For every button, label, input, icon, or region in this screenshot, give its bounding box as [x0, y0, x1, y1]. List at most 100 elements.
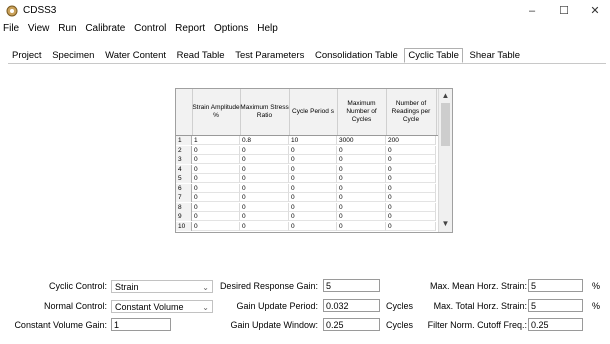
table-cell[interactable]: 0 — [289, 174, 337, 183]
table-row: 300000 — [176, 155, 438, 164]
table-cell[interactable]: 0 — [240, 174, 289, 183]
table-cell[interactable]: 0 — [240, 202, 289, 212]
table-cell[interactable]: 200 — [386, 136, 436, 145]
col-header-cycle-period[interactable]: Cycle Period s — [289, 89, 338, 135]
table-cell[interactable]: 0 — [337, 164, 386, 174]
max-mean-horz-strain-input[interactable]: 5 — [528, 279, 583, 292]
table-cell[interactable]: 0 — [240, 155, 289, 164]
normal-control-select[interactable]: Constant Volume ⌄ — [111, 300, 213, 313]
gain-update-period-input[interactable]: 0.032 — [323, 299, 380, 312]
table-cell[interactable]: 0 — [289, 221, 337, 231]
table-cell[interactable]: 0 — [289, 183, 337, 193]
table-cell[interactable]: 0 — [240, 164, 289, 174]
gain-update-period-label: Gain Update Period: — [236, 301, 318, 311]
table-cell[interactable]: 0 — [192, 193, 240, 202]
table-cell[interactable]: 0 — [240, 193, 289, 202]
table-cell[interactable]: 0 — [192, 202, 240, 212]
table-cell[interactable]: 0 — [192, 221, 240, 231]
row-number[interactable]: 2 — [176, 145, 192, 155]
col-header-readings-per-cycle[interactable]: Number of Readings per Cycle — [386, 89, 437, 135]
col-header-strain-amplitude[interactable]: Strain Amplitude % — [192, 89, 241, 135]
scroll-down-icon[interactable]: ▼ — [439, 218, 452, 230]
tab-water-content[interactable]: Water Content — [101, 48, 170, 63]
table-cell[interactable]: 0 — [192, 155, 240, 164]
menu-report[interactable]: Report — [175, 23, 205, 34]
menu-options[interactable]: Options — [214, 23, 248, 34]
row-number[interactable]: 9 — [176, 212, 192, 221]
max-total-horz-strain-input[interactable]: 5 — [528, 299, 583, 312]
gain-update-window-input[interactable]: 0.25 — [323, 318, 380, 331]
table-cell[interactable]: 0 — [289, 164, 337, 174]
table-cell[interactable]: 0 — [386, 221, 436, 231]
tab-cyclic-table[interactable]: Cyclic Table — [404, 48, 463, 63]
table-cell[interactable]: 0 — [289, 193, 337, 202]
menu-view[interactable]: View — [28, 23, 50, 34]
table-cell[interactable]: 0 — [192, 145, 240, 155]
desired-response-gain-input[interactable]: 5 — [323, 279, 380, 292]
menu-calibrate[interactable]: Calibrate — [85, 23, 125, 34]
table-cell[interactable]: 0 — [386, 183, 436, 193]
cyclic-control-select[interactable]: Strain ⌄ — [111, 280, 213, 293]
table-cell[interactable]: 0 — [240, 221, 289, 231]
table-cell[interactable]: 3000 — [337, 136, 386, 145]
table-cell[interactable]: 0 — [192, 183, 240, 193]
row-number[interactable]: 4 — [176, 164, 192, 174]
row-number[interactable]: 5 — [176, 174, 192, 183]
table-cell[interactable]: 0 — [337, 221, 386, 231]
row-number[interactable]: 3 — [176, 155, 192, 164]
tab-shear-table[interactable]: Shear Table — [466, 48, 525, 63]
table-cell[interactable]: 0 — [386, 212, 436, 221]
table-cell[interactable]: 0 — [289, 145, 337, 155]
constant-volume-gain-input[interactable]: 1 — [111, 318, 171, 331]
table-cell[interactable]: 0 — [337, 174, 386, 183]
table-cell[interactable]: 0 — [240, 212, 289, 221]
menu-control[interactable]: Control — [134, 23, 166, 34]
scroll-up-icon[interactable]: ▲ — [439, 90, 452, 102]
table-cell[interactable]: 0 — [386, 164, 436, 174]
table-cell[interactable]: 10 — [289, 136, 337, 145]
table-cell[interactable]: 0 — [386, 193, 436, 202]
tab-project[interactable]: Project — [8, 48, 46, 63]
table-cell[interactable]: 0 — [289, 202, 337, 212]
table-cell[interactable]: 0 — [386, 202, 436, 212]
table-cell[interactable]: 0 — [386, 155, 436, 164]
tab-test-parameters[interactable]: Test Parameters — [231, 48, 308, 63]
table-cell[interactable]: 0 — [337, 193, 386, 202]
table-cell[interactable]: 0 — [289, 212, 337, 221]
table-cell[interactable]: 0 — [337, 202, 386, 212]
menu-run[interactable]: Run — [58, 23, 76, 34]
table-cell[interactable]: 0 — [337, 183, 386, 193]
table-cell[interactable]: 0 — [192, 164, 240, 174]
table-cell[interactable]: 0.8 — [240, 136, 289, 145]
table-cell[interactable]: 0 — [240, 183, 289, 193]
table-cell[interactable]: 0 — [337, 212, 386, 221]
table-cell[interactable]: 1 — [192, 136, 240, 145]
tab-read-table[interactable]: Read Table — [173, 48, 229, 63]
row-number[interactable]: 10 — [176, 221, 192, 231]
cyclic-control-label: Cyclic Control: — [48, 281, 107, 291]
tab-consolidation-table[interactable]: Consolidation Table — [311, 48, 402, 63]
col-header-max-stress-ratio[interactable]: Maximum Stress Ratio — [240, 89, 290, 135]
menu-help[interactable]: Help — [257, 23, 278, 34]
minimize-button[interactable]: – — [519, 3, 545, 19]
tab-specimen[interactable]: Specimen — [48, 48, 98, 63]
menu-file[interactable]: File — [3, 23, 19, 34]
maximize-button[interactable]: ☐ — [551, 3, 577, 19]
col-header-max-cycles[interactable]: Maximum Number of Cycles — [337, 89, 387, 135]
row-number[interactable]: 8 — [176, 202, 192, 212]
table-cell[interactable]: 0 — [192, 212, 240, 221]
table-cell[interactable]: 0 — [386, 145, 436, 155]
table-cell[interactable]: 0 — [192, 174, 240, 183]
row-number[interactable]: 6 — [176, 183, 192, 193]
scroll-thumb[interactable] — [441, 103, 450, 146]
table-cell[interactable]: 0 — [337, 155, 386, 164]
table-cell[interactable]: 0 — [240, 145, 289, 155]
row-number[interactable]: 1 — [176, 136, 192, 145]
table-cell[interactable]: 0 — [289, 155, 337, 164]
row-number[interactable]: 7 — [176, 193, 192, 202]
filter-cutoff-input[interactable]: 0.25 — [528, 318, 583, 331]
close-button[interactable]: ✕ — [582, 3, 608, 19]
table-cell[interactable]: 0 — [337, 145, 386, 155]
vertical-scrollbar[interactable]: ▲ ▼ — [438, 89, 452, 232]
table-cell[interactable]: 0 — [386, 174, 436, 183]
